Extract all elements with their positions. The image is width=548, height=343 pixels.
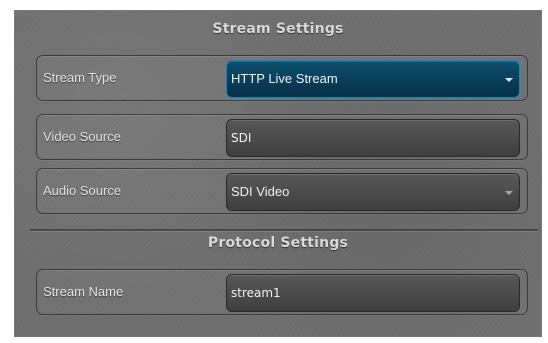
- chevron-down-icon: [505, 78, 513, 82]
- video-source-label: Video Source: [43, 129, 121, 144]
- protocol-settings-title: Protocol Settings: [207, 235, 349, 251]
- stream-name-value: stream1: [231, 286, 281, 300]
- settings-panel: Stream Settings Stream Type HTTP Live St…: [14, 10, 542, 337]
- stream-name-label: Stream Name: [43, 284, 124, 299]
- audio-source-label: Audio Source: [43, 183, 122, 198]
- stream-type-value: HTTP Live Stream: [231, 71, 338, 86]
- audio-source-value: SDI Video: [231, 184, 290, 199]
- stream-settings-title: Stream Settings: [212, 21, 344, 37]
- stream-type-row: Stream Type HTTP Live Stream: [36, 55, 528, 101]
- chevron-down-icon: [505, 191, 513, 195]
- audio-source-row: Audio Source SDI Video: [36, 168, 528, 214]
- stream-type-label: Stream Type: [43, 70, 117, 85]
- video-source-row: Video Source SDI: [36, 114, 528, 160]
- video-source-value: SDI: [231, 131, 252, 145]
- stream-type-select[interactable]: HTTP Live Stream: [226, 60, 520, 98]
- stream-name-row: Stream Name stream1: [36, 269, 528, 315]
- audio-source-select[interactable]: SDI Video: [226, 173, 520, 211]
- section-divider: [30, 229, 538, 231]
- stream-name-input[interactable]: stream1: [226, 274, 520, 312]
- video-source-field[interactable]: SDI: [226, 119, 520, 157]
